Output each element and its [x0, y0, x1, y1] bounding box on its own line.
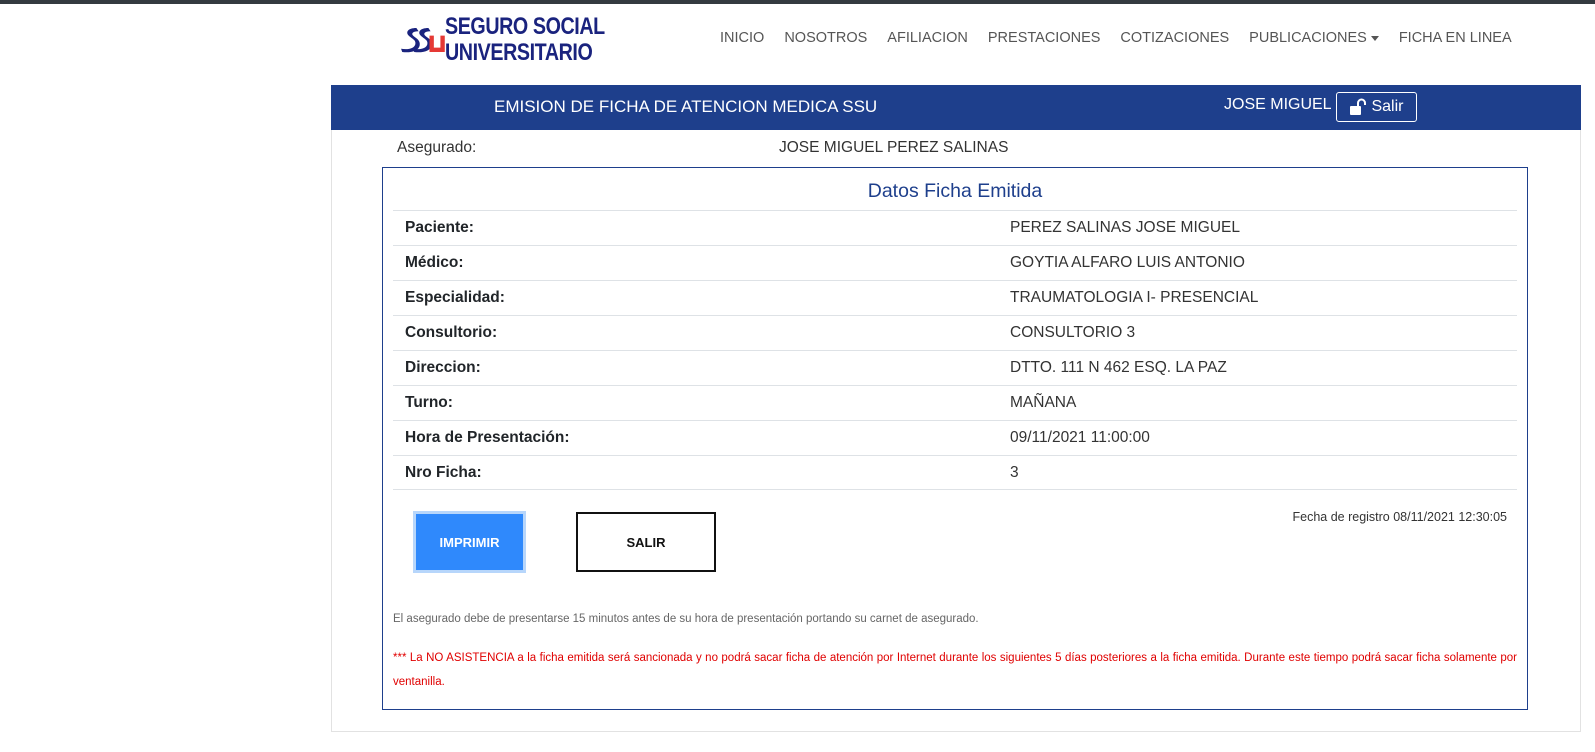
nav-item-afiliacion[interactable]: AFILIACION [887, 30, 968, 46]
brand-logo[interactable]: SEGURO SOCIAL UNIVERSITARIO [400, 12, 640, 68]
table-row: Direccion: DTTO. 111 N 462 ESQ. LA PAZ [393, 350, 1517, 385]
ficha-details-table: Paciente: PEREZ SALINAS JOSE MIGUEL Médi… [393, 210, 1517, 490]
row-value: DTTO. 111 N 462 ESQ. LA PAZ [1010, 359, 1227, 376]
table-row: Nro Ficha: 3 [393, 455, 1517, 490]
chevron-down-icon [1370, 35, 1379, 41]
table-row: Médico: GOYTIA ALFARO LUIS ANTONIO [393, 245, 1517, 280]
table-row: Paciente: PEREZ SALINAS JOSE MIGUEL [393, 210, 1517, 245]
row-label: Especialidad: [405, 289, 505, 306]
nav-item-publicaciones-label: PUBLICACIONES [1249, 30, 1367, 46]
logout-button[interactable]: Salir [1336, 92, 1417, 122]
row-value: GOYTIA ALFARO LUIS ANTONIO [1010, 254, 1245, 271]
row-value: MAÑANA [1010, 394, 1077, 411]
registration-date: Fecha de registro 08/11/2021 12:30:05 [1292, 510, 1507, 524]
page-title: EMISION DE FICHA DE ATENCION MEDICA SSU [494, 97, 878, 116]
nav-item-publicaciones[interactable]: PUBLICACIONES [1249, 30, 1379, 46]
brand-name-line1: SEGURO SOCIAL [445, 13, 605, 40]
row-value: TRAUMATOLOGIA I- PRESENCIAL [1010, 289, 1259, 306]
insured-name: JOSE MIGUEL PEREZ SALINAS [779, 139, 1009, 156]
row-label: Direccion: [405, 359, 481, 376]
row-value: 3 [1010, 463, 1019, 481]
row-label: Nro Ficha: [405, 463, 482, 481]
nav-item-prestaciones[interactable]: PRESTACIONES [988, 30, 1101, 46]
unlock-icon [1350, 98, 1367, 115]
row-value: CONSULTORIO 3 [1010, 324, 1136, 341]
arrival-note: El asegurado debe de presentarse 15 minu… [393, 613, 979, 625]
ficha-panel-title: Datos Ficha Emitida [867, 180, 1043, 202]
row-label: Hora de Presentación: [405, 429, 570, 446]
top-border [0, 0, 1595, 4]
row-value: 09/11/2021 11:00:00 [1010, 429, 1150, 446]
row-label: Paciente: [405, 219, 474, 236]
nav-item-nosotros[interactable]: NOSOTROS [784, 30, 867, 46]
main-nav: INICIO NOSOTROS AFILIACION PRESTACIONES … [720, 30, 1532, 46]
nav-item-cotizaciones[interactable]: COTIZACIONES [1120, 30, 1229, 46]
row-label: Turno: [405, 394, 453, 411]
row-value: PEREZ SALINAS JOSE MIGUEL [1010, 219, 1240, 236]
logout-button-label: Salir [1371, 98, 1404, 115]
row-label: Médico: [405, 254, 464, 271]
table-row: Turno: MAÑANA [393, 385, 1517, 420]
user-name: JOSE MIGUEL [1224, 96, 1332, 113]
exit-button[interactable]: SALIR [576, 512, 716, 572]
row-label: Consultorio: [405, 324, 498, 341]
absence-warning: *** La NO ASISTENCIA a la ficha emitida … [393, 652, 1517, 688]
table-row: Consultorio: CONSULTORIO 3 [393, 315, 1517, 350]
insured-label: Asegurado: [397, 139, 477, 156]
ficha-panel: Datos Ficha Emitida Paciente: PEREZ SALI… [382, 167, 1528, 710]
table-row: Hora de Presentación: 09/11/2021 11:00:0… [393, 420, 1517, 455]
brand-name-line2: UNIVERSITARIO [445, 39, 593, 66]
brand-name: SEGURO SOCIAL UNIVERSITARIO [445, 14, 605, 66]
table-row: Especialidad: TRAUMATOLOGIA I- PRESENCIA… [393, 280, 1517, 315]
ssu-logo-icon [401, 27, 445, 53]
print-button[interactable]: IMPRIMIR [413, 511, 526, 573]
nav-item-ficha-en-linea[interactable]: FICHA EN LINEA [1399, 30, 1512, 46]
nav-item-inicio[interactable]: INICIO [720, 30, 764, 46]
